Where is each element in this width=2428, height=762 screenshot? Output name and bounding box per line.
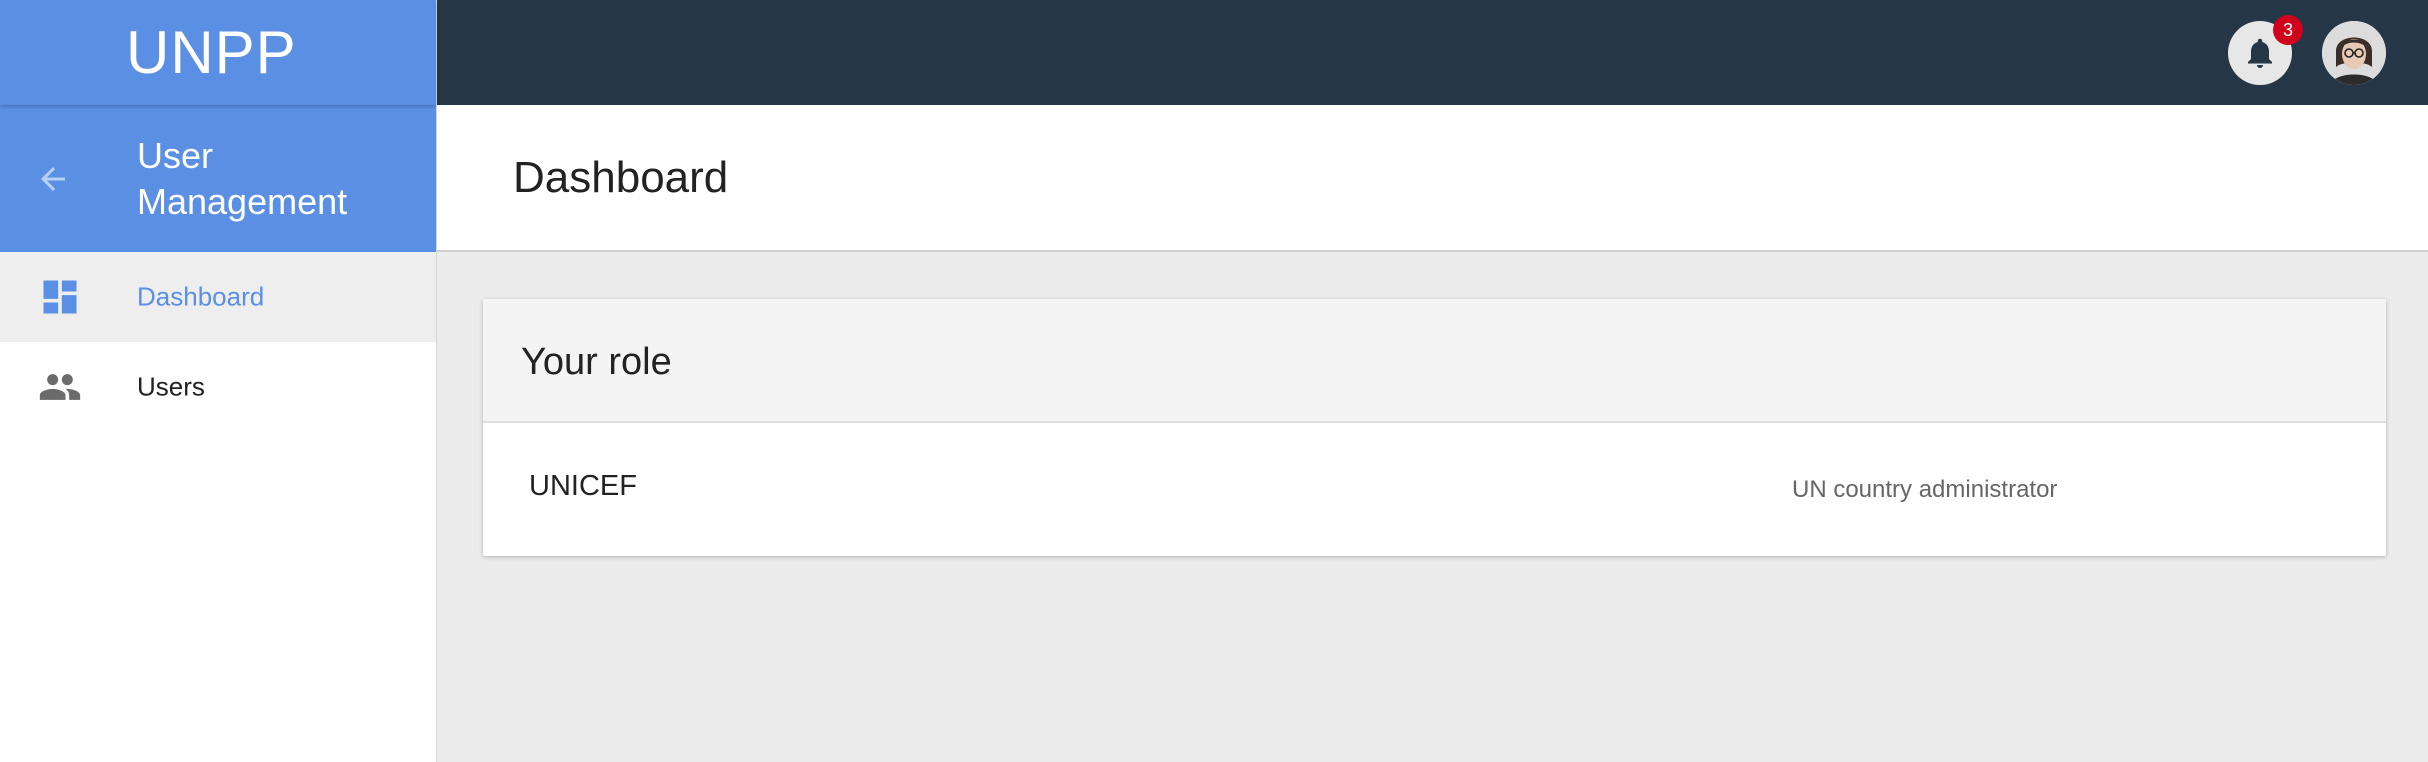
sidebar-item-users[interactable]: Users <box>0 342 436 432</box>
role-organization: UNICEF <box>529 470 637 502</box>
arrow-back-icon <box>41 166 65 191</box>
role-name: UN country administrator <box>1792 476 2058 503</box>
card-header: Your role <box>483 299 2386 423</box>
bell-icon <box>2248 38 2272 68</box>
back-button[interactable] <box>30 156 76 202</box>
avatar-image <box>2322 21 2386 85</box>
page-header: Dashboard <box>437 105 2428 252</box>
card-title: Your role <box>521 341 672 383</box>
page-title: Dashboard <box>513 153 729 202</box>
sidebar-item-label: Dashboard <box>137 281 265 312</box>
sidebar: UNPP User Management Dashboard Users <box>0 0 437 762</box>
brand-logo[interactable]: UNPP <box>0 0 436 105</box>
dashboard-icon <box>43 280 77 314</box>
users-icon <box>39 374 81 400</box>
role-card: Your role UNICEF UN country administrato… <box>483 299 2386 556</box>
role-row: UNICEF UN country administrator <box>483 423 2386 556</box>
section-title: User Management <box>137 135 348 222</box>
sidebar-item-label: Users <box>137 371 205 402</box>
top-bar: 3 <box>437 0 2428 105</box>
app: UNPP User Management Dashboard Users 3 D… <box>0 0 2428 762</box>
sidebar-item-dashboard[interactable]: Dashboard <box>0 252 436 342</box>
section-header: User Management <box>0 105 436 252</box>
notification-count-badge: 3 <box>2273 15 2303 45</box>
user-avatar[interactable] <box>2322 21 2386 85</box>
